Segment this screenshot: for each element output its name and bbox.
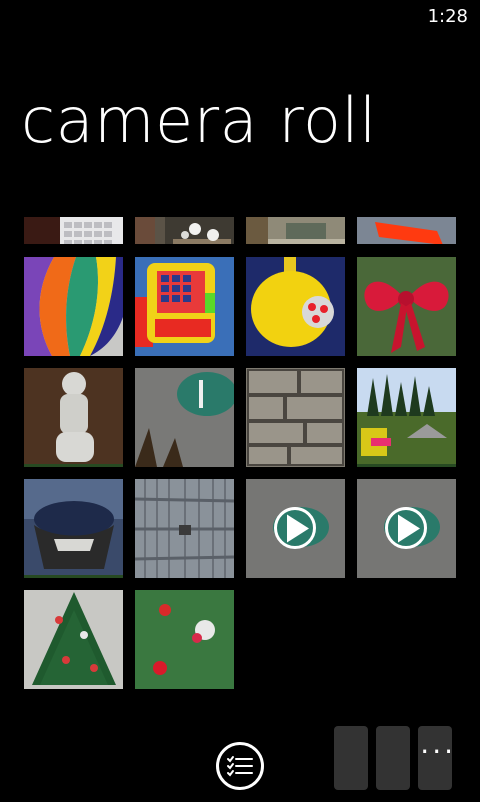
status-time: 1:28 [427,6,468,27]
checklist-icon [227,756,253,777]
photo-thumbnail-hot-air-balloon-toy[interactable] [24,257,123,356]
photo-thumbnail-backyard[interactable] [357,368,456,467]
photo-thumbnail-wooden-gate[interactable] [135,479,234,578]
photo-thumbnail-patio[interactable] [246,193,345,244]
watermark-logo [324,718,474,798]
video-thumbnail-2[interactable] [357,479,456,578]
play-icon[interactable] [385,507,427,549]
photo-thumbnail-traffic-cone[interactable] [357,193,456,244]
photo-thumbnail-yellow-toy-top[interactable] [246,257,345,356]
photo-thumbnail-stone-wall[interactable] [246,368,345,467]
photo-thumbnail-keyboard[interactable] [24,193,123,244]
photo-thumbnail-tree-ornaments[interactable] [135,590,234,689]
photo-thumbnail-bird-bath[interactable] [24,479,123,578]
photo-thumbnail-football-on-gravel[interactable] [135,368,234,467]
photo-thumbnail-red-bow[interactable] [357,257,456,356]
video-thumbnail-1[interactable] [246,479,345,578]
photo-thumbnail-cherub-statue[interactable] [24,368,123,467]
photo-thumbnail-christmas-tree[interactable] [24,590,123,689]
select-button[interactable] [216,742,264,790]
play-icon[interactable] [274,507,316,549]
page-title: camera roll [21,84,377,157]
photo-thumbnail-flower-box[interactable] [135,193,234,244]
photo-thumbnail-toy-cash-register[interactable] [135,257,234,356]
